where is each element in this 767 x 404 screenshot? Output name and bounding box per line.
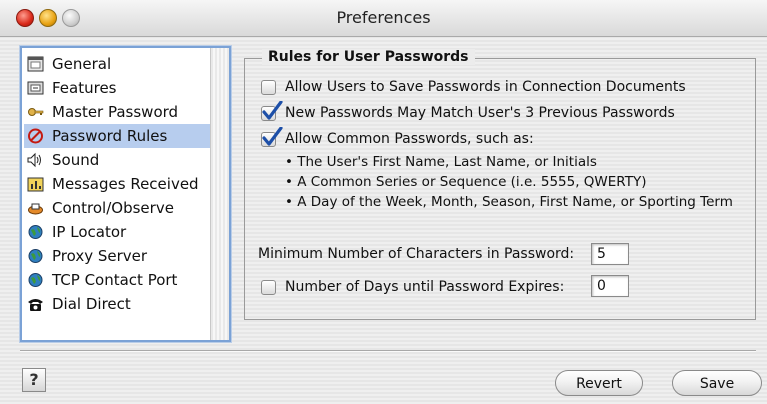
expire-checkbox[interactable] xyxy=(261,280,276,295)
sidebar-item-control-observe[interactable]: Control/Observe xyxy=(24,196,212,220)
checkmark-icon xyxy=(262,127,283,146)
min-chars-field[interactable]: 5 xyxy=(591,243,629,265)
sidebar-item-label: Control/Observe xyxy=(52,199,174,217)
example-item: • A Day of the Week, Month, Season, Firs… xyxy=(285,194,733,210)
footer-divider xyxy=(20,350,756,352)
match-previous-checkbox[interactable] xyxy=(261,101,283,121)
sidebar-item-proxy-server[interactable]: Proxy Server xyxy=(24,244,212,268)
common-passwords-checkbox[interactable] xyxy=(261,127,283,147)
sidebar-item-ip-locator[interactable]: IP Locator xyxy=(24,220,212,244)
sidebar-item-label: Sound xyxy=(52,151,100,169)
match-previous-label: New Passwords May Match User's 3 Previou… xyxy=(285,105,675,121)
sidebar-item-general[interactable]: General xyxy=(24,52,212,76)
checkmark-icon xyxy=(262,101,283,120)
sidebar-item-label: Password Rules xyxy=(52,127,168,145)
save-passwords-checkbox[interactable] xyxy=(261,80,276,95)
sidebar-item-sound[interactable]: Sound xyxy=(24,148,212,172)
sidebar-item-password-rules[interactable]: Password Rules xyxy=(24,124,212,148)
sidebar-scrollbar[interactable] xyxy=(210,48,229,340)
sidebar-item-label: Features xyxy=(52,79,117,97)
title-bar: Preferences xyxy=(0,0,767,37)
sidebar-item-label: TCP Contact Port xyxy=(52,271,178,289)
globe-icon xyxy=(28,249,43,263)
window-icon xyxy=(27,56,44,72)
sidebar-item-tcp-contact-port[interactable]: TCP Contact Port xyxy=(24,268,212,292)
example-item: • A Common Series or Sequence (i.e. 5555… xyxy=(285,174,647,190)
sidebar-item-messages-received[interactable]: Messages Received xyxy=(24,172,212,196)
sidebar-item-label: Dial Direct xyxy=(52,295,131,313)
expire-days-field[interactable]: 0 xyxy=(591,275,629,297)
features-icon xyxy=(27,81,44,95)
sidebar-item-features[interactable]: Features xyxy=(24,76,212,100)
sidebar-item-master-password[interactable]: Master Password xyxy=(24,100,212,124)
sidebar-item-label: Proxy Server xyxy=(52,247,148,265)
min-chars-label: Minimum Number of Characters in Password… xyxy=(258,246,575,262)
example-item: • The User's First Name, Last Name, or I… xyxy=(285,154,597,170)
globe-icon xyxy=(28,273,43,287)
revert-button[interactable]: Revert xyxy=(555,370,643,396)
sidebar-item-dial-direct[interactable]: Dial Direct xyxy=(24,292,212,316)
speaker-icon xyxy=(27,152,41,168)
globe-icon xyxy=(28,225,43,239)
common-passwords-label: Allow Common Passwords, such as: xyxy=(285,131,534,147)
sidebar-item-label: General xyxy=(52,55,112,73)
sidebar-item-label: IP Locator xyxy=(52,223,127,241)
expire-label: Number of Days until Password Expires: xyxy=(285,279,565,295)
telephone-icon xyxy=(28,299,43,311)
messages-icon xyxy=(27,177,44,192)
window-title: Preferences xyxy=(336,8,431,27)
save-passwords-label: Allow Users to Save Passwords in Connect… xyxy=(285,79,686,95)
sidebar-item-label: Master Password xyxy=(52,103,179,121)
save-button[interactable]: Save xyxy=(672,370,762,396)
help-button[interactable]: ? xyxy=(22,368,46,392)
control-icon xyxy=(28,203,43,215)
key-icon xyxy=(28,108,44,116)
sidebar-item-label: Messages Received xyxy=(52,175,199,193)
preferences-sidebar[interactable]: General Features Master Password Passwor… xyxy=(20,46,231,342)
group-title: Rules for User Passwords xyxy=(262,49,475,65)
prohibited-icon xyxy=(28,128,43,144)
